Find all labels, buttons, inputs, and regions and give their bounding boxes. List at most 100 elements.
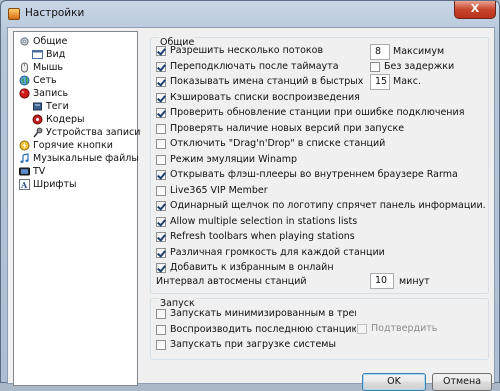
general-option-checkbox[interactable] [156,232,166,242]
no-delay-checkbox[interactable] [370,62,380,72]
launch-option-row[interactable]: Запускать при загрузке системы [156,338,356,352]
launch-option-checkbox[interactable] [156,309,166,319]
general-option-row[interactable]: Одинарный щелчок по логотипу спрячет пан… [156,199,486,213]
general-option-row[interactable]: Открывать флэш-плееры во внутреннем брау… [156,168,486,182]
tree-label: Мышь [33,62,63,73]
general-option-label: Одинарный щелчок по логотипу спрячет пан… [170,200,486,211]
microphone-icon [32,127,43,138]
general-option-checkbox[interactable] [156,139,166,149]
cancel-button[interactable]: Отмена [432,373,492,391]
tree-label: Шрифты [33,179,77,190]
interval-unit: минут [399,276,430,287]
general-option-checkbox[interactable] [156,61,166,72]
general-option-row[interactable]: Live365 VIP Member [156,184,486,198]
tree-label: Теги [46,101,69,112]
tree-label: Горячие кнопки [33,140,113,151]
general-option-row[interactable]: Режим эмуляции Winamp [156,153,486,167]
general-option-checkbox[interactable] [156,185,166,196]
encoder-icon [32,114,43,125]
general-option-label: Переподключать после таймаута [170,60,339,72]
launch-option-label: Запускать минимизированным в трей [170,308,356,319]
general-option-checkbox[interactable] [156,123,166,134]
ok-button[interactable]: OK [362,373,426,391]
title-bar[interactable]: Настройки X [1,1,500,27]
general-option-label: Refresh toolbars when playing stations [170,231,355,242]
interval-field[interactable]: 10 [370,273,394,289]
globe-icon [19,75,30,86]
max-names-label: Макс. [393,76,421,87]
general-option-checkbox[interactable] [156,92,166,103]
tag-icon [32,101,43,112]
app-icon [8,8,20,20]
record-icon [19,88,30,99]
font-icon: A [19,179,30,190]
tree-label: Вид [46,49,66,60]
general-option-label: Открывать флэш-плееры во внутреннем брау… [170,169,458,180]
close-button[interactable]: X [454,1,496,19]
tree-label: Кодеры [46,114,85,125]
general-option-row[interactable]: Различная громкость для каждой станции [156,246,486,260]
gear-icon [19,36,30,47]
general-option-checkbox[interactable] [156,216,166,227]
general-option-label: Показывать имена станций в быстрых преду… [170,76,366,87]
general-option-label: Allow multiple selection in stations lis… [170,215,358,227]
general-option-row[interactable]: Отключить "Drag'n'Drop" в списке станций [156,137,486,151]
launch-option-checkbox[interactable] [156,324,166,335]
settings-window: Настройки X Общие Вид Мышь Сеть Запись Т… [0,0,500,391]
tv-icon [19,166,30,177]
general-option-row[interactable]: Refresh toolbars when playing stations [156,230,486,244]
window-title: Настройки [25,7,85,19]
general-option-label: Проверить обновление станции при ошибке … [170,107,465,118]
tree-label: Музыкальные файлы [33,153,139,164]
general-option-row[interactable]: Allow multiple selection in stations lis… [156,215,486,229]
launch-option-label: Воспроизводить последнюю станцию [170,323,356,335]
general-option-row[interactable]: Проверять наличие новых версий при запус… [156,122,486,136]
general-option-row[interactable]: Переподключать после таймаута [156,60,366,74]
launch-option-row[interactable]: Запускать минимизированным в трей [156,307,356,321]
launch-option-row[interactable]: Воспроизводить последнюю станцию [156,323,356,337]
hotkey-icon [19,140,30,151]
tree-label: TV [33,166,46,177]
general-option-checkbox[interactable] [156,201,166,211]
general-option-checkbox[interactable] [156,46,166,56]
general-option-label: Отключить "Drag'n'Drop" в списке станций [170,138,386,149]
general-option-label: Режим эмуляции Winamp [170,153,298,165]
max-streams-field[interactable]: 8 [370,44,390,60]
tree-label: Запись [33,88,69,99]
mouse-icon [19,62,30,73]
launch-option-checkbox[interactable] [156,340,166,350]
max-names-field[interactable]: 15 [370,74,390,90]
general-option-label: Проверять наличие новых версий при запус… [170,122,405,134]
confirm-label: Подтвердить [371,323,438,334]
general-option-label: Live365 VIP Member [170,184,268,196]
tree-label: Устройства записи [46,127,141,138]
window-icon [32,49,43,60]
dialog-client: Общие Вид Мышь Сеть Запись Теги Кодеры У… [7,27,496,391]
max-streams-label: Максимум [393,46,445,57]
launch-option-label: Запускать при загрузке системы [170,339,336,350]
general-option-row[interactable]: Показывать имена станций в быстрых преду… [156,75,366,89]
options-panel: Общие Разрешить несколько потоков Перепод… [150,28,496,391]
no-delay-label: Без задержки [384,61,455,72]
general-option-row[interactable]: Разрешить несколько потоков [156,44,366,58]
general-option-checkbox[interactable] [156,263,166,273]
interval-label: Интервал автосмены станций [156,276,307,287]
general-option-label: Различная громкость для каждой станции [170,246,385,258]
general-option-checkbox[interactable] [156,170,166,180]
general-option-checkbox[interactable] [156,247,166,258]
tree-label: Общие [33,36,68,47]
tree-label: Сеть [33,75,57,86]
music-note-icon [19,153,30,164]
general-option-label: Добавить к избранным в онлайн [170,262,334,273]
general-option-checkbox[interactable] [156,154,166,165]
general-option-label: Кэшировать списки воспроизведения [170,91,360,103]
general-option-row[interactable]: Проверить обновление станции при ошибке … [156,106,486,120]
confirm-checkbox[interactable] [357,324,367,334]
general-option-row[interactable]: Кэшировать списки воспроизведения [156,91,486,105]
settings-tree[interactable]: Общие Вид Мышь Сеть Запись Теги Кодеры У… [13,31,141,386]
general-option-row[interactable]: Добавить к избранным в онлайн [156,261,486,275]
general-option-label: Разрешить несколько потоков [170,45,324,56]
general-option-checkbox[interactable] [156,108,166,118]
svg-text:A: A [20,180,28,190]
general-option-checkbox[interactable] [156,77,166,87]
